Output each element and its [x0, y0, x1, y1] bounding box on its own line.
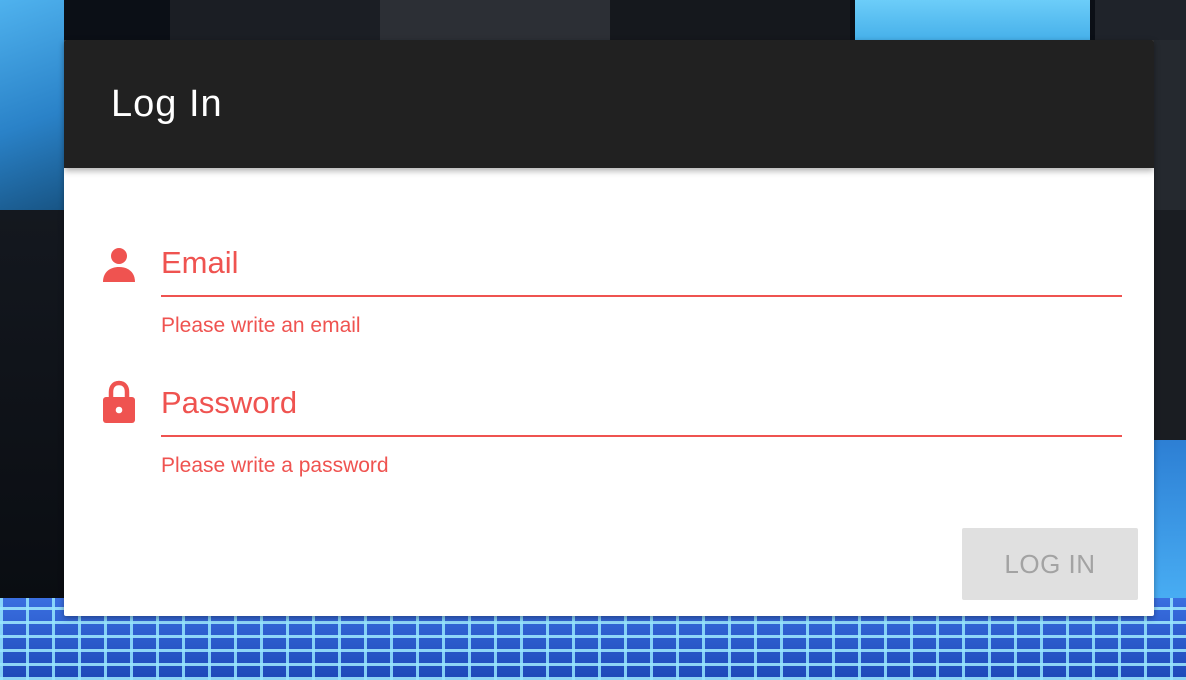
password-underline	[161, 435, 1122, 437]
email-input[interactable]	[161, 242, 1122, 282]
background-block	[1154, 40, 1186, 210]
background-block	[1154, 210, 1186, 460]
person-icon	[100, 242, 138, 286]
background-block	[1095, 0, 1186, 40]
password-input[interactable]	[161, 382, 1122, 422]
login-button[interactable]: LOG IN	[962, 528, 1138, 600]
dialog-header: Log In	[64, 40, 1154, 168]
lock-icon	[100, 380, 138, 424]
background-block	[610, 0, 850, 40]
login-dialog: Log In Email Please write an email Passw…	[64, 40, 1154, 616]
background-block	[1154, 440, 1186, 610]
dialog-title: Log In	[111, 83, 223, 125]
background-block	[855, 0, 1090, 40]
background-block	[380, 0, 610, 40]
email-error-text: Please write an email	[161, 314, 361, 337]
background-block	[0, 0, 64, 220]
background-block	[170, 0, 380, 40]
background-block	[0, 210, 64, 600]
email-underline	[161, 295, 1122, 297]
password-error-text: Please write a password	[161, 454, 389, 477]
